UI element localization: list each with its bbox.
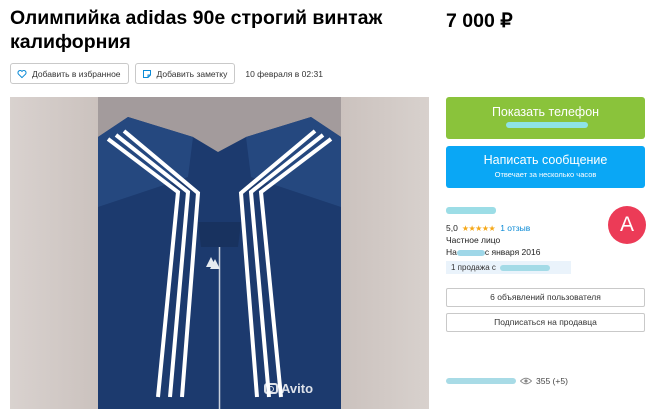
seller-name-link[interactable] — [446, 207, 496, 214]
seller-since-suffix: с января 2016 — [484, 247, 541, 257]
seller-avatar[interactable]: A — [608, 206, 646, 244]
add-note-button[interactable]: Добавить заметку — [134, 63, 236, 84]
seller-since: На с января 2016 — [446, 247, 540, 257]
watermark-text: Avito — [281, 381, 314, 396]
views-count: 355 (+5) — [536, 376, 568, 386]
note-icon — [142, 69, 151, 78]
jacket-image — [98, 97, 341, 409]
listing-actions: Добавить в избранное Добавить заметку 10… — [10, 63, 323, 84]
eye-icon — [520, 377, 532, 385]
seller-type: Частное лицо — [446, 235, 501, 245]
show-phone-label: Показать телефон — [491, 105, 600, 119]
reviews-link[interactable]: 1 отзыв — [500, 223, 530, 233]
photo-blur-left — [10, 97, 98, 409]
add-to-favorites-label: Добавить в избранное — [32, 68, 121, 79]
show-phone-button[interactable]: Показать телефон — [446, 97, 645, 139]
subscribe-seller-button[interactable]: Подписаться на продавца — [446, 313, 645, 332]
listing-date: 10 февраля в 02:31 — [245, 68, 323, 79]
write-message-label: Написать сообщение — [483, 153, 608, 167]
write-message-button[interactable]: Написать сообщение Отвечает за несколько… — [446, 146, 645, 188]
add-to-favorites-button[interactable]: Добавить в избранное — [10, 63, 129, 84]
seller-rating: 5,0 ★★★★★ 1 отзыв — [446, 223, 530, 233]
sales-text: 1 продажа с — [451, 263, 496, 272]
phone-number-mask — [506, 122, 588, 128]
photo-blur-right — [341, 97, 429, 409]
seller-since-prefix: На — [446, 247, 457, 257]
photo-watermark: Avito — [264, 381, 313, 396]
rating-stars-icon: ★★★★★ — [461, 223, 496, 233]
response-time-text: Отвечает за несколько часов — [494, 170, 597, 179]
camera-icon — [264, 383, 278, 394]
user-ads-button[interactable]: 6 объявлений пользователя — [446, 288, 645, 307]
photo-main — [98, 97, 341, 409]
listing-price: 7 000 ₽ — [446, 10, 513, 32]
heart-icon — [17, 69, 27, 78]
view-stats: 355 (+5) — [446, 376, 568, 386]
rating-value: 5,0 — [446, 223, 458, 233]
listing-number-mask — [446, 378, 516, 384]
listing-photo[interactable] — [10, 97, 429, 409]
seller-sales-badge: 1 продажа с — [446, 261, 571, 274]
sales-mask — [499, 264, 550, 271]
seller-since-mask — [456, 249, 485, 256]
listing-title: Олимпийка adidas 90е строгий винтаж кали… — [10, 7, 383, 53]
add-note-label: Добавить заметку — [156, 68, 228, 79]
